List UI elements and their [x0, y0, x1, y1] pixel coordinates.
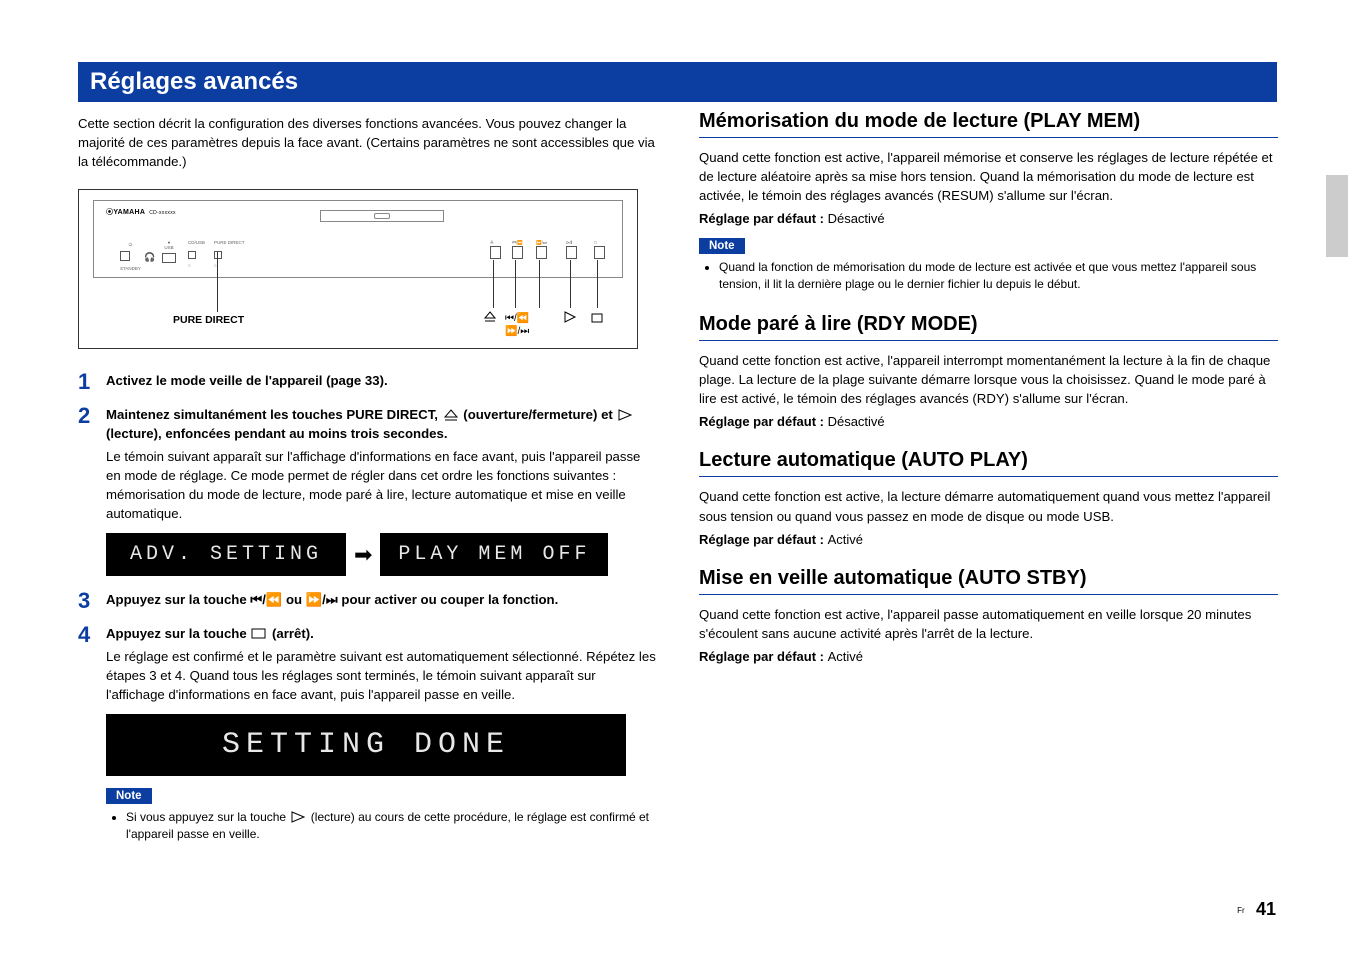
eject-icon: [442, 409, 460, 421]
play-btn: ⊳⁄‖: [566, 241, 577, 264]
stop-icon: [250, 628, 268, 640]
device-frame: ⦿YAMAHACD-xxxxxx ⏻ STANDBY 🎧 ●USB CD/USB: [93, 200, 623, 278]
step-number: 3: [78, 590, 94, 613]
fwd-next-icon: ⏩/⏭: [306, 592, 338, 607]
section-auto-play: Lecture automatique (AUTO PLAY) Quand ce…: [699, 449, 1278, 546]
section-heading: Mémorisation du mode de lecture (PLAY ME…: [699, 110, 1278, 133]
rew-btn: ⏮/⏪: [512, 241, 523, 264]
note-list: Si vous appuyez sur la touche (lecture) …: [106, 809, 657, 843]
page-number: 41: [1256, 899, 1276, 919]
prev-rew-icon: ⏮/⏪: [250, 592, 282, 607]
prev-rew-icon: ⏮/⏪: [505, 313, 529, 324]
pure-direct-btn: PURE DIRECT ○: [214, 241, 245, 268]
section-body: Quand cette fonction est active, l'appar…: [699, 605, 1278, 643]
section-heading: Lecture automatique (AUTO PLAY): [699, 449, 1278, 472]
intro-text: Cette section décrit la configuration de…: [78, 114, 657, 171]
step-3: 3 Appuyez sur la touche ⏮/⏪ ou ⏩/⏭ pour …: [78, 590, 657, 613]
default-setting: Réglage par défaut : Activé: [699, 532, 1278, 547]
note-tag: Note: [699, 238, 745, 254]
step-3-title: Appuyez sur la touche ⏮/⏪ ou ⏩/⏭ pour ac…: [106, 590, 657, 609]
pointer-line: [539, 260, 540, 308]
side-tab: [1326, 175, 1348, 257]
section-body: Quand cette fonction est active, la lect…: [699, 487, 1278, 525]
lcd-setting-done: SETTING DONE: [106, 714, 626, 776]
step-4-body: Le réglage est confirmé et le paramètre …: [106, 647, 657, 704]
pure-direct-label: PURE DIRECT: [173, 314, 244, 326]
step-1: 1 Activez le mode veille de l'appareil (…: [78, 371, 657, 394]
fwd-next-icon: ⏩/⏭: [505, 326, 529, 337]
cd-usb-btn: CD/USB ○: [188, 241, 205, 268]
lang-code: Fr: [1237, 906, 1245, 915]
play-icon: [563, 311, 577, 323]
section-rdy-mode: Mode paré à lire (RDY MODE) Quand cette …: [699, 313, 1278, 429]
lcd-adv-setting: ADV. SETTING: [106, 533, 346, 576]
pointer-line: [570, 260, 571, 308]
page-footer: Fr 41: [1237, 899, 1276, 920]
default-setting: Réglage par défaut : Désactivé: [699, 211, 1278, 226]
lcd-play-mem: PLAY MEM OFF: [380, 533, 608, 576]
pointer-line: [217, 252, 218, 312]
hp-icon: 🎧: [144, 247, 155, 265]
section-auto-stby: Mise en veille automatique (AUTO STBY) Q…: [699, 567, 1278, 664]
fwd-btn: ⏩/⏭: [536, 241, 547, 264]
step-4-title: Appuyez sur la touche (arrêt).: [106, 624, 657, 643]
section-heading: Mise en veille automatique (AUTO STBY): [699, 567, 1278, 590]
usb-port: ●USB: [162, 241, 176, 268]
default-setting: Réglage par défaut : Désactivé: [699, 414, 1278, 429]
eject-btn: ≙: [490, 241, 501, 264]
note-list: Quand la fonction de mémorisation du mod…: [699, 259, 1278, 293]
pointer-line: [493, 260, 494, 308]
stop-btn: □: [594, 241, 605, 264]
stop-icon: [591, 313, 603, 323]
device-diagram: ⦿YAMAHACD-xxxxxx ⏻ STANDBY 🎧 ●USB CD/USB: [78, 189, 638, 349]
eject-icon: [483, 311, 497, 323]
step-4: 4 Appuyez sur la touche (arrêt). Le régl…: [78, 624, 657, 705]
play-icon: [289, 811, 307, 823]
step-2-body: Le témoin suivant apparaît sur l'afficha…: [106, 447, 657, 524]
step-number: 2: [78, 405, 94, 524]
brand-logo: ⦿YAMAHACD-xxxxxx: [106, 207, 176, 217]
note-item: Quand la fonction de mémorisation du mod…: [719, 259, 1278, 293]
model-text: CD-xxxxxx: [149, 210, 176, 216]
step-number: 1: [78, 371, 94, 394]
power-btn: ⏻ STANDBY: [120, 243, 141, 271]
default-setting: Réglage par défaut : Activé: [699, 649, 1278, 664]
section-heading: Mode paré à lire (RDY MODE): [699, 313, 1278, 336]
step-2: 2 Maintenez simultanément les touches PU…: [78, 405, 657, 524]
step-number: 4: [78, 624, 94, 705]
arrow-icon: ➡: [354, 542, 372, 568]
section-body: Quand cette fonction est active, l'appar…: [699, 351, 1278, 408]
pointer-line: [515, 260, 516, 308]
disc-tray: [320, 210, 444, 222]
step-2-title: Maintenez simultanément les touches PURE…: [106, 405, 657, 443]
play-icon: [616, 409, 634, 421]
step-1-title: Activez le mode veille de l'appareil (pa…: [106, 371, 657, 390]
lcd-row: ADV. SETTING ➡ PLAY MEM OFF: [106, 533, 657, 576]
note-tag: Note: [106, 788, 152, 804]
section-body: Quand cette fonction est active, l'appar…: [699, 148, 1278, 205]
section-play-mem: Mémorisation du mode de lecture (PLAY ME…: [699, 110, 1278, 293]
pointer-line: [597, 260, 598, 308]
note-item: Si vous appuyez sur la touche (lecture) …: [126, 809, 657, 843]
